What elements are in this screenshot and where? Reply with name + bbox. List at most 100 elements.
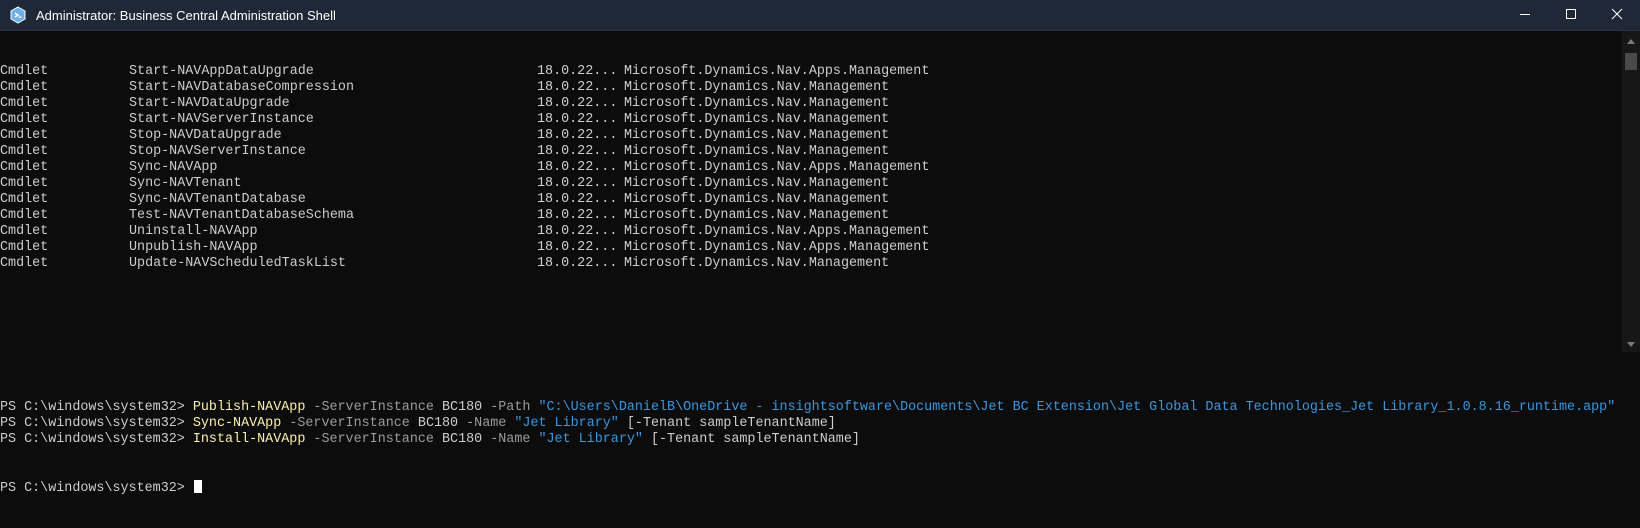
parameter-name: -Path	[490, 400, 531, 415]
command-type: Cmdlet	[0, 192, 49, 207]
table-row: Cmdlet Stop-NAVDataUpgrade 18.0.22... Micro…	[0, 128, 1622, 144]
minimize-icon	[1519, 7, 1531, 25]
command-source: Microsoft.Dynamics.Nav.Management	[624, 176, 890, 191]
command-version: 18.0.22...	[537, 80, 618, 95]
command-source: Microsoft.Dynamics.Nav.Management	[624, 256, 890, 271]
scroll-down-button[interactable]	[1622, 335, 1640, 352]
table-row: Cmdlet Test-NAVTenantDatabaseSchema 18.0.2…	[0, 208, 1622, 224]
command-source: Microsoft.Dynamics.Nav.Management	[624, 144, 890, 159]
command-version: 18.0.22...	[537, 160, 618, 175]
table-row: Cmdlet Stop-NAVServerInstance 18.0.22... Mi…	[0, 144, 1622, 160]
command-source: Microsoft.Dynamics.Nav.Apps.Management	[624, 64, 930, 79]
command-version: 18.0.22...	[537, 256, 618, 271]
command-name: Start-NAVDataUpgrade	[129, 96, 290, 111]
command-version: 18.0.22...	[537, 112, 618, 127]
parameter-name: -Name	[466, 416, 507, 431]
table-row: Cmdlet Start-NAVAppDataUpgrade 18.0.22... M…	[0, 64, 1622, 80]
command-version: 18.0.22...	[537, 96, 618, 111]
string-value: "C:\Users\DanielB\OneDrive - insightsoft…	[538, 400, 1616, 415]
command-source: Microsoft.Dynamics.Nav.Management	[624, 128, 890, 143]
prompt: PS C:\windows\system32>	[0, 416, 193, 431]
vertical-scrollbar[interactable]	[1622, 31, 1640, 352]
parameter-value: BC180	[442, 432, 483, 447]
command-version: 18.0.22...	[537, 128, 618, 143]
table-row: Cmdlet Sync-NAVApp 18.0.22... Microsoft.Dyn…	[0, 160, 1622, 176]
command-source: Microsoft.Dynamics.Nav.Apps.Management	[624, 160, 930, 175]
command-name: Stop-NAVServerInstance	[129, 144, 306, 159]
optional-argument: [-Tenant sampleTenantName]	[650, 432, 860, 447]
command-name: Start-NAVDatabaseCompression	[129, 80, 354, 95]
command-version: 18.0.22...	[537, 144, 618, 159]
table-row: Cmdlet Sync-NAVTenantDatabase 18.0.22... Mi…	[0, 192, 1622, 208]
command-type: Cmdlet	[0, 208, 49, 223]
command-version: 18.0.22...	[537, 224, 618, 239]
table-row: Cmdlet Start-NAVDataUpgrade 18.0.22... Micr…	[0, 96, 1622, 112]
prompt: PS C:\windows\system32>	[0, 400, 193, 415]
text-cursor	[193, 480, 202, 493]
table-row: Cmdlet Start-NAVServerInstance 18.0.22... M…	[0, 112, 1622, 128]
command-type: Cmdlet	[0, 240, 49, 255]
command-source: Microsoft.Dynamics.Nav.Management	[624, 112, 890, 127]
table-row: Cmdlet Uninstall-NAVApp 18.0.22... Microsof…	[0, 224, 1622, 240]
command-version: 18.0.22...	[537, 192, 618, 207]
cmdlet-name: Install-NAVApp	[192, 432, 306, 447]
terminal-window: Administrator: Business Central Administ…	[0, 0, 1640, 496]
string-value: "Jet Library"	[514, 416, 619, 431]
maximize-icon	[1565, 7, 1577, 25]
command-source: Microsoft.Dynamics.Nav.Apps.Management	[624, 240, 930, 255]
command-line: PS C:\windows\system32> Publish-NAVApp -…	[0, 400, 1622, 416]
parameter-name: -ServerInstance	[313, 400, 434, 415]
prompt: PS C:\windows\system32>	[0, 432, 193, 447]
cmdlet-name: Sync-NAVApp	[192, 416, 282, 431]
command-type: Cmdlet	[0, 80, 49, 95]
table-row: Cmdlet Update-NAVScheduledTaskList 18.0.22…	[0, 256, 1622, 272]
window-controls	[1502, 0, 1640, 31]
command-source: Microsoft.Dynamics.Nav.Management	[624, 80, 890, 95]
powershell-icon	[7, 4, 29, 26]
command-name: Start-NAVAppDataUpgrade	[129, 64, 314, 79]
command-source: Microsoft.Dynamics.Nav.Apps.Management	[624, 224, 930, 239]
command-type: Cmdlet	[0, 256, 49, 271]
command-type: Cmdlet	[0, 64, 49, 79]
scroll-up-arrow-icon	[1627, 31, 1635, 49]
command-name: Sync-NAVApp	[129, 160, 218, 175]
command-name: Sync-NAVTenant	[129, 176, 242, 191]
close-icon	[1611, 7, 1623, 25]
command-name: Start-NAVServerInstance	[129, 112, 314, 127]
parameter-name: -ServerInstance	[313, 432, 434, 447]
command-name: Update-NAVScheduledTaskList	[129, 256, 346, 271]
command-type: Cmdlet	[0, 144, 49, 159]
console-output[interactable]: Cmdlet Start-NAVAppDataUpgrade 18.0.22... M…	[0, 31, 1622, 496]
optional-argument: [-Tenant sampleTenantName]	[626, 416, 836, 431]
maximize-button[interactable]	[1548, 0, 1594, 31]
title-bar[interactable]: Administrator: Business Central Administ…	[0, 0, 1640, 31]
command-type: Cmdlet	[0, 224, 49, 239]
parameter-name: -Name	[490, 432, 531, 447]
command-name: Uninstall-NAVApp	[129, 224, 258, 239]
cmdlet-name: Publish-NAVApp	[192, 400, 306, 415]
scroll-up-button[interactable]	[1622, 31, 1640, 48]
scrollbar-thumb[interactable]	[1625, 53, 1637, 70]
command-source: Microsoft.Dynamics.Nav.Management	[624, 208, 890, 223]
command-version: 18.0.22...	[537, 176, 618, 191]
parameter-name: -ServerInstance	[289, 416, 410, 431]
window-title: Administrator: Business Central Administ…	[36, 7, 336, 23]
scroll-down-arrow-icon	[1627, 335, 1635, 353]
close-button[interactable]	[1594, 0, 1640, 31]
table-row: Cmdlet Sync-NAVTenant 18.0.22... Microsoft.…	[0, 176, 1622, 192]
command-name: Test-NAVTenantDatabaseSchema	[129, 208, 354, 223]
command-name: Stop-NAVDataUpgrade	[129, 128, 282, 143]
command-type: Cmdlet	[0, 96, 49, 111]
command-type: Cmdlet	[0, 128, 49, 143]
parameter-value: BC180	[442, 400, 483, 415]
string-value: "Jet Library"	[538, 432, 643, 447]
prompt: PS C:\windows\system32>	[0, 481, 193, 496]
table-row: Cmdlet Start-NAVDatabaseCompression 18.0.2…	[0, 80, 1622, 96]
active-prompt-line[interactable]: PS C:\windows\system32>	[0, 480, 1622, 496]
minimize-button[interactable]	[1502, 0, 1548, 31]
command-source: Microsoft.Dynamics.Nav.Management	[624, 96, 890, 111]
command-type: Cmdlet	[0, 112, 49, 127]
command-name: Sync-NAVTenantDatabase	[129, 192, 306, 207]
